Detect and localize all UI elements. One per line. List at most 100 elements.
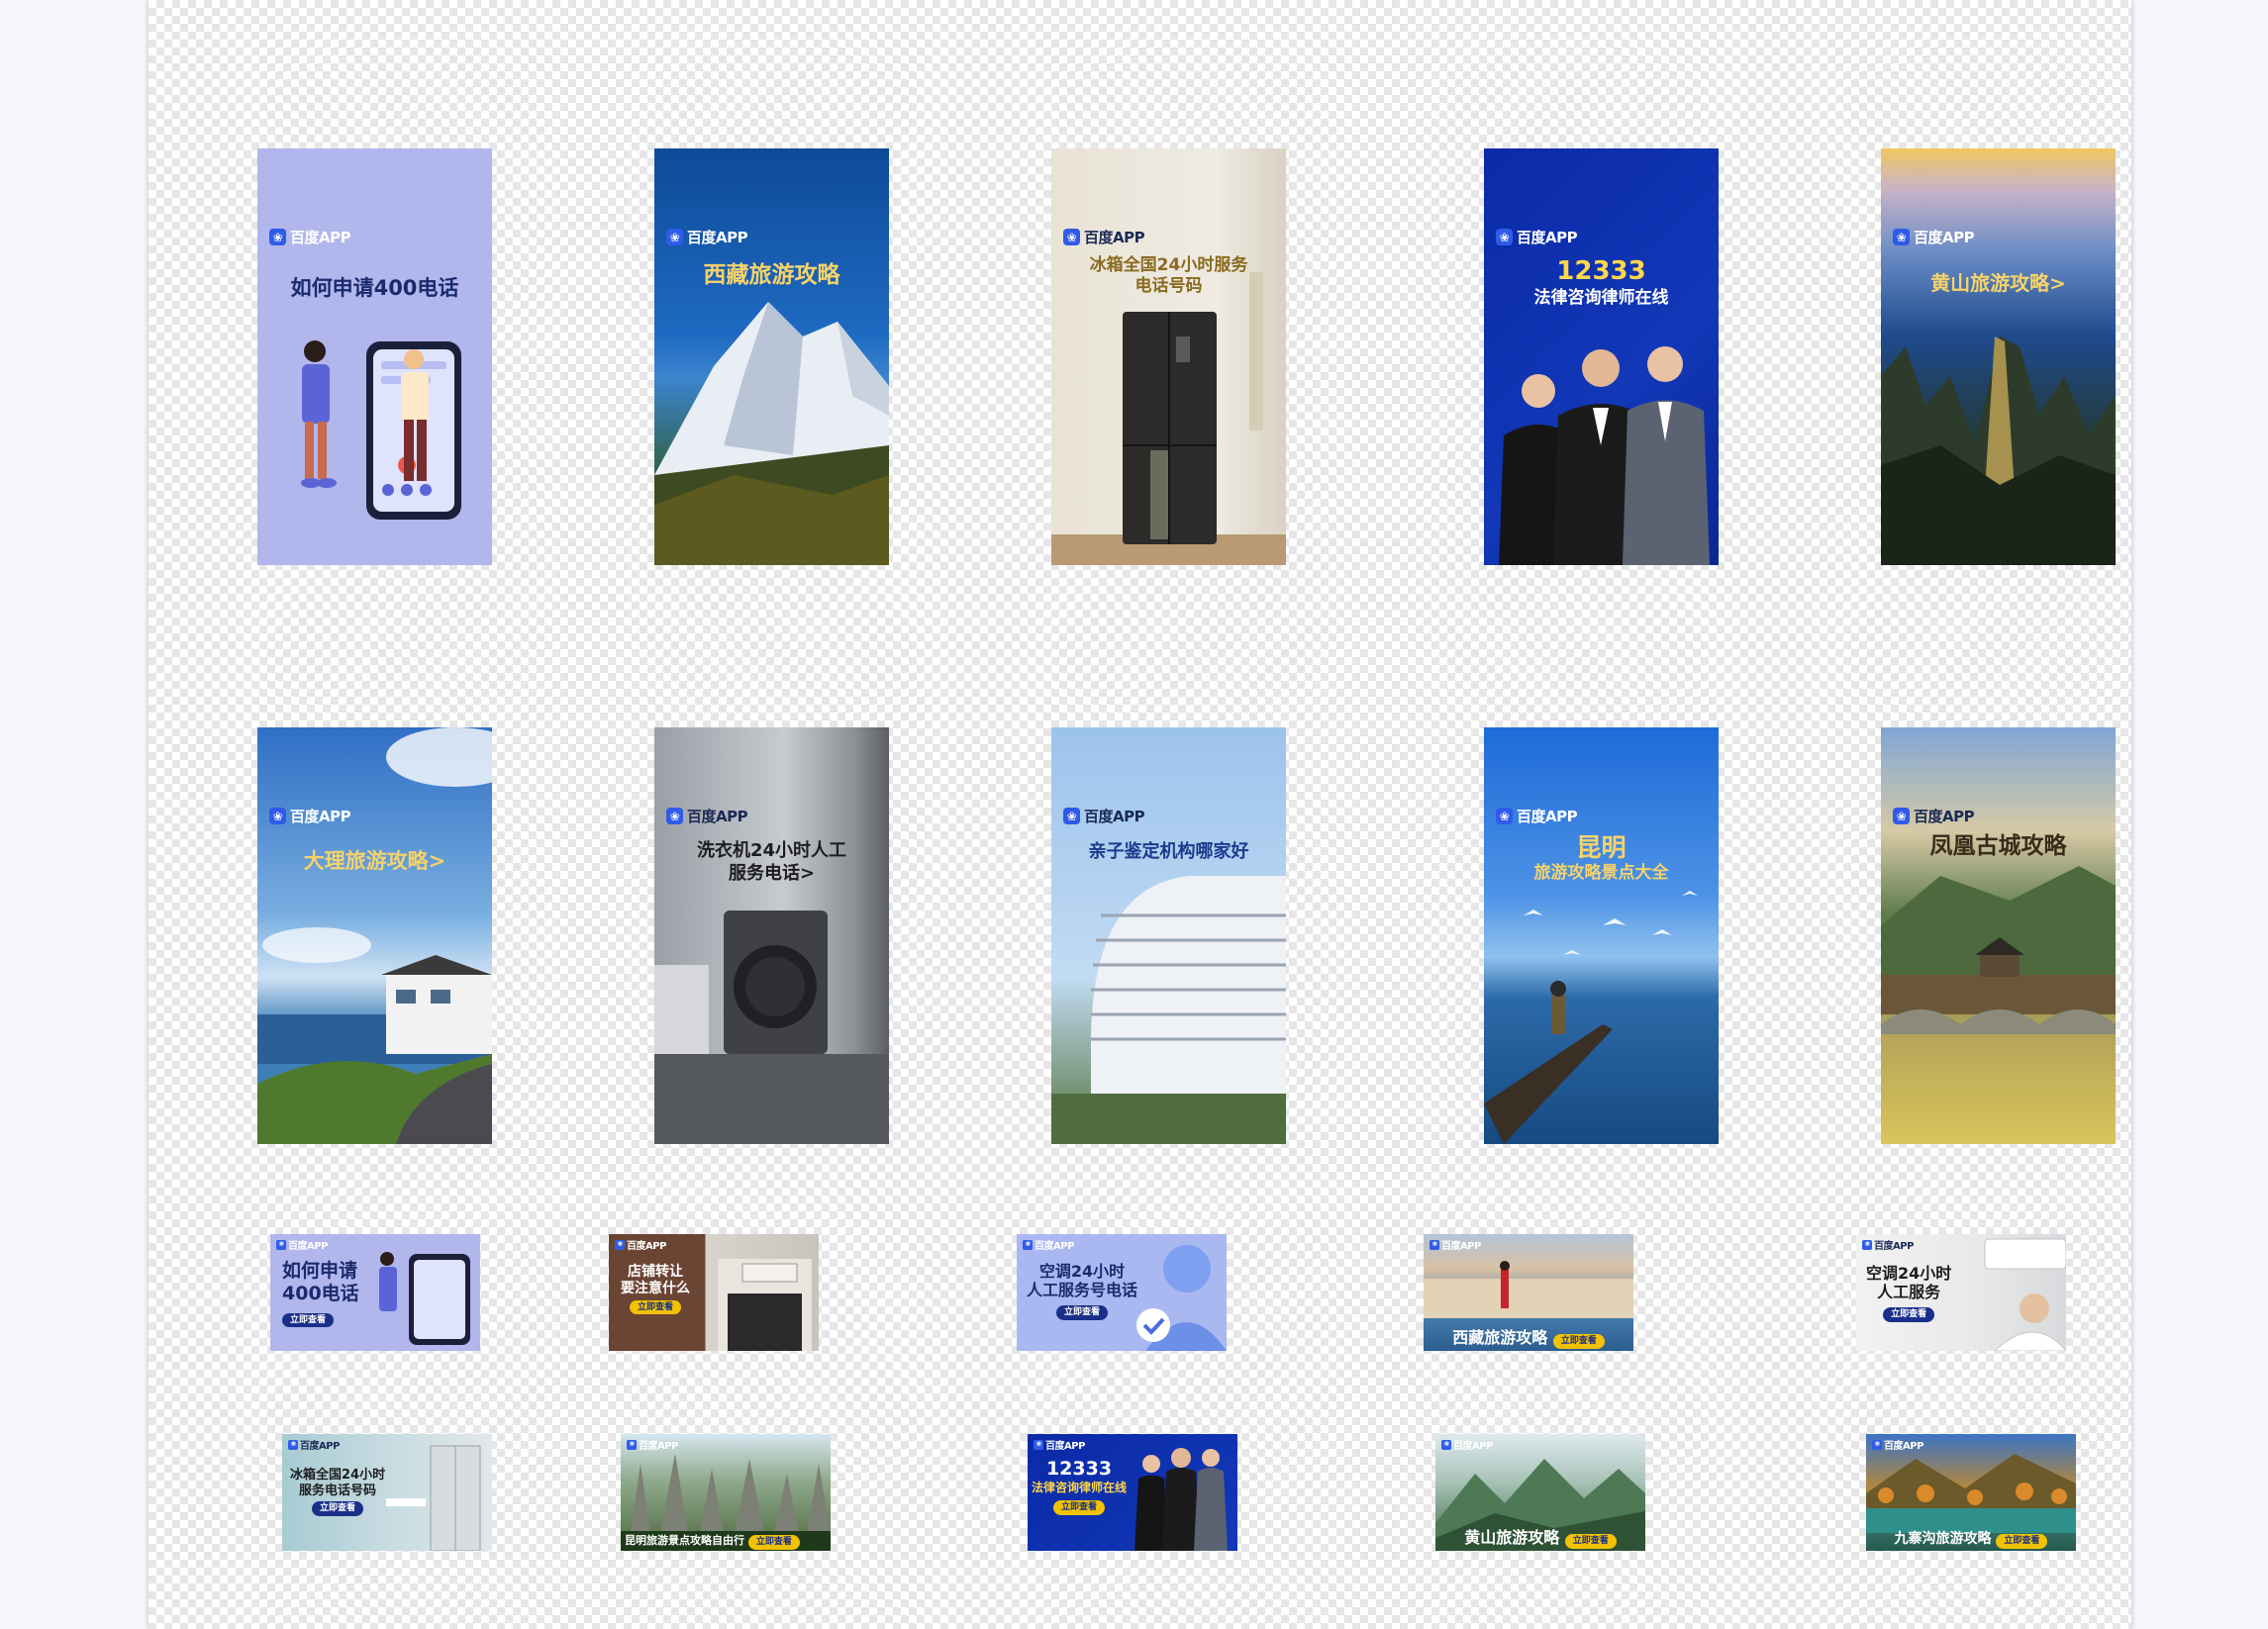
wide-banner-text: 空调24小时 人工服务 立即查看 [1866, 1264, 1952, 1323]
baidu-paw-icon: ❀ [1063, 808, 1080, 824]
banner-headline: 西藏旅游攻略 [703, 261, 840, 288]
text-line-1: 空调24小时 [1038, 1262, 1126, 1281]
brand-label: ❀ 百度APP [627, 1437, 678, 1452]
baidu-paw-icon: ❀ [269, 808, 286, 824]
wide-banner-lawyer-consult[interactable]: ❀ 百度APP 12333 法律咨询律师在线 立即查看 [1028, 1434, 1237, 1551]
cta-button[interactable]: 立即查看 [747, 1535, 800, 1550]
baidu-paw-icon: ❀ [1893, 229, 1910, 245]
headline-line-2: 电话号码 [1134, 276, 1203, 297]
baidu-paw-icon: ❀ [1496, 229, 1513, 245]
wide-banner-text: 黄山旅游攻略 立即查看 [1435, 1528, 1645, 1549]
cta-button[interactable]: 立即查看 [629, 1299, 681, 1315]
wide-banner-text: 如何申请 400电话 立即查看 [282, 1260, 359, 1328]
wide-banner-ac-repair[interactable]: ❀ 百度APP 空调24小时 人工服务 立即查看 [1856, 1234, 2066, 1351]
text-line-1: 12333 [1045, 1458, 1113, 1480]
text-line-1: 西藏旅游攻略 [1452, 1328, 1548, 1348]
wide-banner-ac-service[interactable]: ❀ 百度APP 空调24小时 人工服务号电话 立即查看 [1017, 1234, 1227, 1351]
cta-button[interactable]: 立即查看 [1552, 1334, 1605, 1349]
banner-fridge-service[interactable]: ❀ 百度APP 冰箱全国24小时服务 电话号码 [1051, 148, 1286, 565]
brand-label: ❀ 百度APP [1034, 1437, 1085, 1452]
banner-huangshan-travel[interactable]: ❀ 百度APP 黄山旅游攻略> [1881, 148, 2116, 565]
baidu-paw-icon: ❀ [1430, 1239, 1439, 1250]
fridge-illustration [1051, 272, 1286, 565]
headline-line-1: 洗衣机24小时人工 [696, 840, 847, 861]
brand-label: ❀ 百度APP [1893, 806, 1975, 826]
text-line-1: 空调24小时 [1866, 1264, 1952, 1283]
mountain-peaks-illustration [1881, 336, 2116, 565]
baidu-paw-icon: ❀ [288, 1439, 298, 1450]
cta-button[interactable]: 立即查看 [282, 1312, 335, 1328]
wide-banner-tibet-travel[interactable]: ❀ 百度APP 西藏旅游攻略 立即查看 [1424, 1234, 1633, 1351]
banner-headline: 12333 法律咨询律师在线 [1484, 255, 1719, 309]
brand-label: ❀ 百度APP [269, 227, 351, 247]
text-line-1: 九寨沟旅游攻略 [1894, 1531, 1992, 1548]
brand-label: ❀ 百度APP [288, 1437, 340, 1452]
brand-label: ❀ 百度APP [615, 1237, 666, 1252]
headline-line-1: 冰箱全国24小时服务 [1089, 255, 1248, 275]
baidu-paw-icon: ❀ [666, 808, 683, 824]
brand-label: ❀ 百度APP [1872, 1437, 1923, 1452]
phone-illustration [301, 340, 461, 520]
text-line-1: 昆明旅游景点攻略自由行 [625, 1534, 744, 1548]
baidu-paw-icon: ❀ [1063, 229, 1080, 245]
snow-mountain-illustration [654, 302, 889, 565]
baidu-paw-icon: ❀ [1496, 808, 1513, 824]
text-line-2: 400电话 [282, 1282, 359, 1304]
brand-label: ❀ 百度APP [666, 227, 748, 247]
wide-banner-text: 空调24小时 人工服务号电话 立即查看 [1027, 1262, 1138, 1321]
banner-fenghuang-travel[interactable]: ❀ 百度APP 凤凰古城攻略 [1881, 727, 2116, 1144]
wide-banner-huangshan-travel[interactable]: ❀ 百度APP 黄山旅游攻略 立即查看 [1435, 1434, 1645, 1551]
brand-label: ❀ 百度APP [1893, 227, 1975, 247]
headline-line-2: 法律咨询律师在线 [1533, 287, 1669, 308]
brand-label: ❀ 百度APP [1063, 806, 1145, 826]
ancient-town-bridge-illustration [1881, 866, 2116, 1034]
banner-headline: 亲子鉴定机构哪家好 [1088, 841, 1249, 862]
banner-headline: 如何申请400电话 [290, 276, 459, 300]
banner-tibet-travel[interactable]: ❀ 百度APP 西藏旅游攻略 [654, 148, 889, 565]
banner-washer-service[interactable]: ❀ 百度APP 洗衣机24小时人工 服务电话> [654, 727, 889, 1144]
lake-seagull-illustration [1484, 891, 1698, 1144]
cta-button[interactable]: 立即查看 [1053, 1500, 1106, 1515]
baidu-paw-icon: ❀ [1441, 1439, 1451, 1450]
wide-banner-kunming-travel[interactable]: ❀ 百度APP 昆明旅游景点攻略自由行 立即查看 [621, 1434, 831, 1551]
baidu-paw-icon: ❀ [615, 1239, 625, 1250]
brand-label: ❀ 百度APP [1441, 1437, 1493, 1452]
headline-line-2: 服务电话> [728, 862, 816, 884]
banner-400-phone[interactable]: ❀ 百度APP 如何申请400电话 [257, 148, 492, 565]
text-line-1: 店铺转让 [628, 1264, 683, 1280]
wide-banner-400-phone[interactable]: ❀ 百度APP 如何申请 400电话 立即查看 [270, 1234, 480, 1351]
wide-banner-jiuzhaigou-travel[interactable]: ❀ 百度APP 九寨沟旅游攻略 立即查看 [1866, 1434, 2076, 1551]
banner-kunming-travel[interactable]: ❀ 百度APP 昆明 旅游攻略景点大全 [1484, 727, 1719, 1144]
cta-button[interactable]: 立即查看 [1996, 1534, 2048, 1549]
wide-banner-text: 12333 法律咨询律师在线 立即查看 [1032, 1458, 1127, 1515]
hospital-building-illustration [1051, 876, 1286, 1144]
text-line-2: 人工服务号电话 [1027, 1281, 1138, 1300]
banner-headline: 黄山旅游攻略> [1930, 271, 2066, 295]
baidu-paw-icon: ❀ [269, 229, 286, 245]
text-line-1: 黄山旅游攻略 [1464, 1528, 1560, 1548]
banner-lawyer-consult[interactable]: ❀ 百度APP 12333 法律咨询律师在线 [1484, 148, 1719, 565]
cta-button[interactable]: 立即查看 [1564, 1534, 1617, 1549]
wide-banner-fridge-service[interactable]: ❀ 百度APP 冰箱全国24小时 服务电话号码 立即查看 [282, 1434, 492, 1551]
banner-dali-travel[interactable]: ❀ 百度APP 大理旅游攻略> [257, 727, 492, 1144]
cta-button[interactable]: 立即查看 [1056, 1305, 1109, 1321]
headline-line-2: 旅游攻略景点大全 [1533, 863, 1669, 884]
lawyers-illustration [1499, 346, 1710, 565]
headline-line-1: 12333 [1556, 256, 1646, 286]
wide-banner-text: 九寨沟旅游攻略 立即查看 [1866, 1531, 2076, 1549]
baidu-paw-icon: ❀ [276, 1239, 286, 1250]
brand-label: ❀ 百度APP [666, 806, 748, 826]
banner-paternity-test[interactable]: ❀ 百度APP 亲子鉴定机构哪家好 [1051, 727, 1286, 1144]
cta-button[interactable]: 立即查看 [1883, 1307, 1935, 1323]
wide-banner-text: 店铺转让 要注意什么 立即查看 [621, 1264, 690, 1315]
cta-button[interactable]: 立即查看 [312, 1501, 364, 1516]
brand-label: ❀ 百度APP [1023, 1237, 1074, 1252]
text-line-2: 服务电话号码 [299, 1483, 377, 1498]
brand-label: ❀ 百度APP [1496, 227, 1578, 247]
brand-label: ❀ 百度APP [269, 806, 351, 826]
baidu-paw-icon: ❀ [1872, 1439, 1882, 1450]
text-line-1: 如何申请 [282, 1260, 358, 1282]
wide-banner-shop-transfer[interactable]: ❀ 百度APP 店铺转让 要注意什么 立即查看 [609, 1234, 819, 1351]
text-line-2: 要注意什么 [621, 1280, 690, 1296]
banner-headline: 大理旅游攻略> [303, 848, 446, 873]
